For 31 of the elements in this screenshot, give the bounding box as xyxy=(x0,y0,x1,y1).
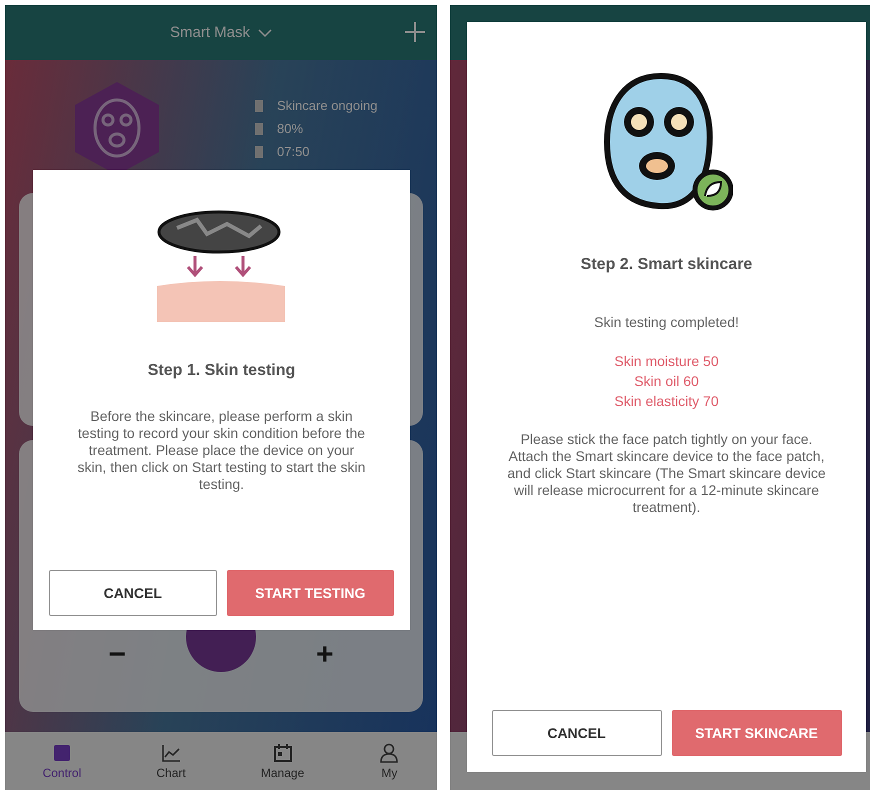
nav-tab[interactable]: My xyxy=(379,742,400,780)
skin-reading: Skin moisture 50 xyxy=(614,352,719,371)
person-icon xyxy=(379,742,400,762)
cancel-button[interactable]: CANCEL xyxy=(49,570,217,616)
app-title[interactable]: Smart Mask xyxy=(170,24,250,41)
plus-icon xyxy=(405,22,425,42)
nav-tab[interactable]: Manage xyxy=(260,742,304,780)
dialog-title: Step 1. Skin testing xyxy=(148,362,296,380)
skin-reading: Skin elasticity 70 xyxy=(614,392,719,411)
calendar-icon xyxy=(272,742,293,762)
line-chart-icon xyxy=(161,742,182,762)
cancel-button[interactable]: CANCEL xyxy=(492,710,662,756)
increase-button[interactable]: + xyxy=(316,638,334,672)
status-text: 80% xyxy=(277,121,304,136)
decrease-button[interactable]: − xyxy=(108,638,126,672)
status-icon xyxy=(255,122,263,134)
nav-tab[interactable]: Chart xyxy=(156,742,186,780)
instruction-text: Before the skincare, please perform a skin testing to record your skin condition before the treatment. Please place the device on your skin, then click on Start testing to start the skin testing. xyxy=(76,408,366,493)
confirm-button[interactable]: START SKINCARE xyxy=(672,710,842,756)
confirm-button[interactable]: START TESTING xyxy=(226,570,394,616)
status-text: Skincare ongoing xyxy=(277,98,378,113)
instruction-text: Please stick the face patch tightly on your face. Attach the Smart skincare device to the face patch, and click Start skincare (The Smart skincare device will release microcurrent for a 12-minute skincare treatment). xyxy=(506,431,827,516)
nav-tab[interactable]: Control xyxy=(42,742,82,780)
status-icon xyxy=(255,146,263,158)
dialog-title: Step 2. Smart skincare xyxy=(580,256,752,274)
status-message: Skin testing completed! xyxy=(593,314,740,331)
chevron-down-icon xyxy=(258,28,272,38)
status-text: 07:50 xyxy=(277,144,310,159)
status-icon xyxy=(255,100,263,112)
grid-icon xyxy=(52,742,72,762)
skin-reading: Skin oil 60 xyxy=(634,372,699,391)
